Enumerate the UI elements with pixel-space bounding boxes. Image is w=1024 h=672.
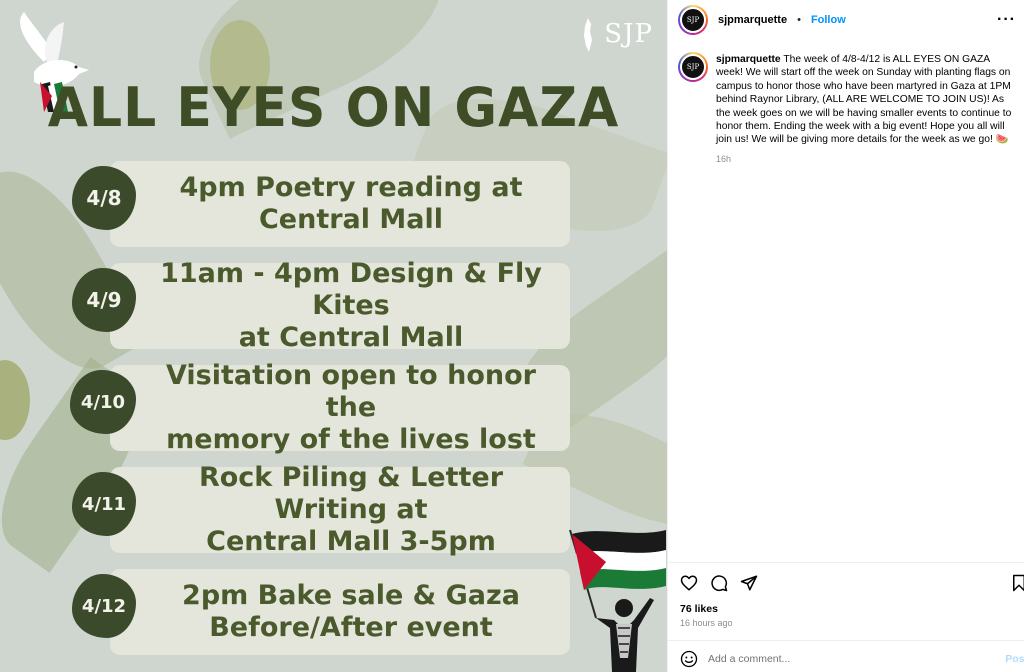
comment-input[interactable] [708,653,996,665]
event-text: 4pm Poetry reading at Central Mall [179,172,523,235]
olive-decoration [0,360,30,440]
event-date: 4/9 [72,268,136,332]
divider [668,640,1024,641]
post-comment-button[interactable]: Post [1005,653,1024,665]
event-card: Rock Piling & Letter Writing at Central … [110,462,570,557]
emoji-icon[interactable] [680,650,698,668]
event-date: 4/10 [70,370,136,434]
avatar[interactable]: SJP [678,5,708,35]
action-bar [680,572,1024,594]
heart-icon[interactable] [680,574,698,592]
divider [668,562,1024,563]
comment-bar: Post [680,648,1024,670]
event-card: Visitation open to honor the memory of t… [110,360,570,455]
avatar-logo: SJP [680,54,706,80]
post-timestamp[interactable]: 16 hours ago [680,618,733,628]
post-image[interactable]: SJP ALL EYES ON GAZA 4pm Poetry reading … [0,0,667,672]
avatar[interactable]: SJP [678,52,708,82]
bookmark-icon[interactable] [1010,574,1024,592]
post-header: SJP sjpmarquette • Follow ··· [678,4,1016,36]
username-link[interactable]: sjpmarquette [718,14,787,26]
poster-title: ALL EYES ON GAZA [47,76,620,140]
caption-text: The week of 4/8-4/12 is ALL EYES ON GAZA… [716,54,1012,146]
palestine-map-icon [584,18,593,52]
avatar-logo: SJP [680,7,706,33]
caption-timestamp[interactable]: 16h [716,153,1014,166]
more-horizontal-icon[interactable]: ··· [997,11,1016,29]
comment-icon[interactable] [710,574,728,592]
event-text: 2pm Bake sale & Gaza Before/After event [182,580,520,643]
separator-dot: • [797,14,801,26]
event-date: 4/12 [72,574,136,638]
person-with-flag-illustration [569,529,666,672]
caption: SJP sjpmarquette The week of 4/8-4/12 is… [678,52,1014,166]
sjp-logo: SJP [580,18,653,52]
event-card: 2pm Bake sale & Gaza Before/After event [110,569,570,655]
share-icon[interactable] [740,574,758,592]
event-text: Visitation open to honor the memory of t… [166,360,536,455]
event-date: 4/8 [72,166,136,230]
event-card: 4pm Poetry reading at Central Mall [110,161,570,247]
event-text: 11am - 4pm Design & Fly Kites at Central… [160,258,542,353]
event-card: 11am - 4pm Design & Fly Kites at Central… [110,258,570,353]
event-date: 4/11 [72,472,136,536]
caption-body: sjpmarquette The week of 4/8-4/12 is ALL… [716,52,1014,166]
likes-count[interactable]: 76 likes [680,603,718,615]
caption-username[interactable]: sjpmarquette [716,54,781,65]
post-sidebar: SJP sjpmarquette • Follow ··· SJP sjpmar… [667,0,1024,672]
event-text: Rock Piling & Letter Writing at Central … [198,462,504,557]
follow-button[interactable]: Follow [811,14,846,26]
